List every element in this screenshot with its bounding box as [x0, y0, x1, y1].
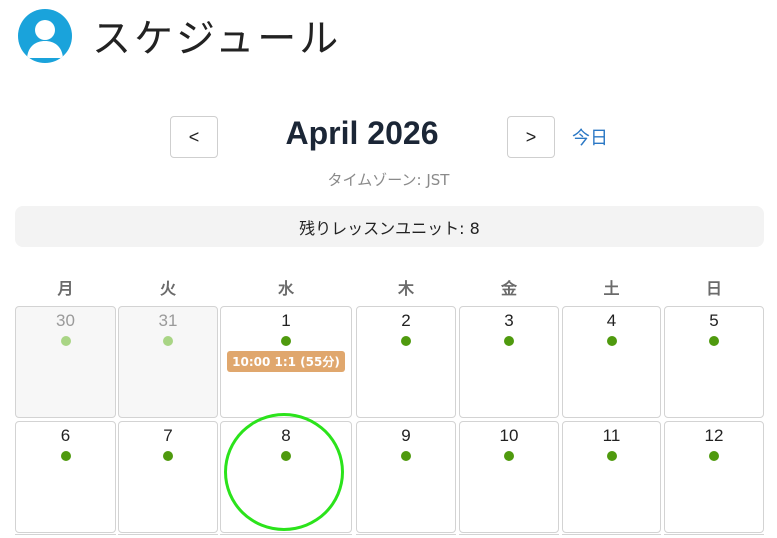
day-number: 31: [158, 311, 178, 330]
timezone-label: タイムゾーン: JST: [0, 169, 777, 190]
calendar-day-cell[interactable]: 8: [220, 421, 352, 533]
availability-dot-icon: [60, 336, 71, 346]
page-title: スケジュール: [92, 17, 342, 62]
page-header: スケジュール: [18, 8, 341, 64]
availability-dot-icon: [504, 451, 514, 461]
next-week-row-edge: [15, 534, 116, 538]
availability-dot-icon: [606, 336, 617, 346]
day-number: 12: [704, 426, 724, 445]
weekday-header: 土: [603, 279, 620, 298]
day-number: 6: [60, 426, 71, 445]
next-week-row-edge: [664, 534, 764, 538]
calendar-day-cell[interactable]: 1 10:00 1:1 (55分): [220, 306, 352, 418]
lesson-badge[interactable]: 10:00 1:1 (55分): [227, 351, 345, 372]
calendar-day-cell[interactable]: 9: [356, 421, 456, 533]
day-number: 3: [504, 311, 514, 330]
calendar-day-cell[interactable]: 4: [562, 306, 661, 418]
prev-month-button[interactable]: <: [170, 116, 218, 158]
availability-dot-icon: [709, 451, 719, 461]
calendar-day-cell[interactable]: 2: [356, 306, 456, 418]
calendar-day-cell[interactable]: 5: [664, 306, 764, 418]
month-title: April 2026: [285, 115, 439, 151]
day-number: 11: [602, 426, 621, 445]
availability-dot-icon: [401, 451, 411, 461]
next-week-row-edge: [220, 534, 352, 538]
weekday-header: 日: [705, 279, 722, 298]
calendar-day-cell[interactable]: 12: [664, 421, 764, 533]
day-number: 7: [163, 426, 173, 445]
availability-dot-icon: [504, 336, 514, 346]
day-number: 9: [401, 426, 411, 445]
weekday-header: 水: [277, 279, 294, 298]
calendar-day-cell[interactable]: 31: [118, 306, 218, 418]
calendar-day-cell[interactable]: 6: [15, 421, 116, 533]
day-number: 10: [499, 426, 519, 445]
availability-dot-icon: [163, 336, 173, 346]
day-number: 1: [281, 311, 291, 330]
remaining-units-label: 残りレッスンユニット: 8: [299, 218, 480, 238]
calendar-day-cell[interactable]: 7: [118, 421, 218, 533]
availability-dot-icon: [401, 336, 411, 346]
next-month-button[interactable]: >: [507, 116, 555, 158]
day-number: 30: [56, 311, 75, 330]
availability-dot-icon: [709, 336, 719, 346]
today-link[interactable]: 今日: [572, 124, 608, 150]
weekday-header: 金: [500, 279, 517, 298]
day-number: 4: [606, 311, 617, 330]
day-number: 5: [709, 311, 719, 330]
availability-dot-icon: [281, 336, 291, 346]
weekday-header: 火: [159, 279, 176, 298]
availability-dot-icon: [60, 451, 71, 461]
next-week-row-edge: [459, 534, 559, 538]
next-week-row-edge: [562, 534, 661, 538]
weekday-header: 木: [397, 279, 414, 298]
next-week-row-edge: [118, 534, 218, 538]
user-avatar-icon[interactable]: [18, 9, 72, 63]
availability-dot-icon: [606, 451, 617, 461]
weekday-header: 月: [57, 279, 74, 298]
day-number: 2: [401, 311, 411, 330]
timezone-text: タイムゾーン: JST: [327, 171, 450, 189]
calendar-day-cell[interactable]: 30: [15, 306, 116, 418]
next-week-row-edge: [356, 534, 456, 538]
day-number: 8: [281, 426, 291, 445]
calendar-day-cell[interactable]: 10: [459, 421, 559, 533]
calendar-day-cell[interactable]: 3: [459, 306, 559, 418]
availability-dot-icon: [281, 451, 291, 461]
remaining-units-bar: 残りレッスンユニット: 8: [15, 206, 764, 247]
calendar-day-cell[interactable]: 11: [562, 421, 661, 533]
availability-dot-icon: [163, 451, 173, 461]
